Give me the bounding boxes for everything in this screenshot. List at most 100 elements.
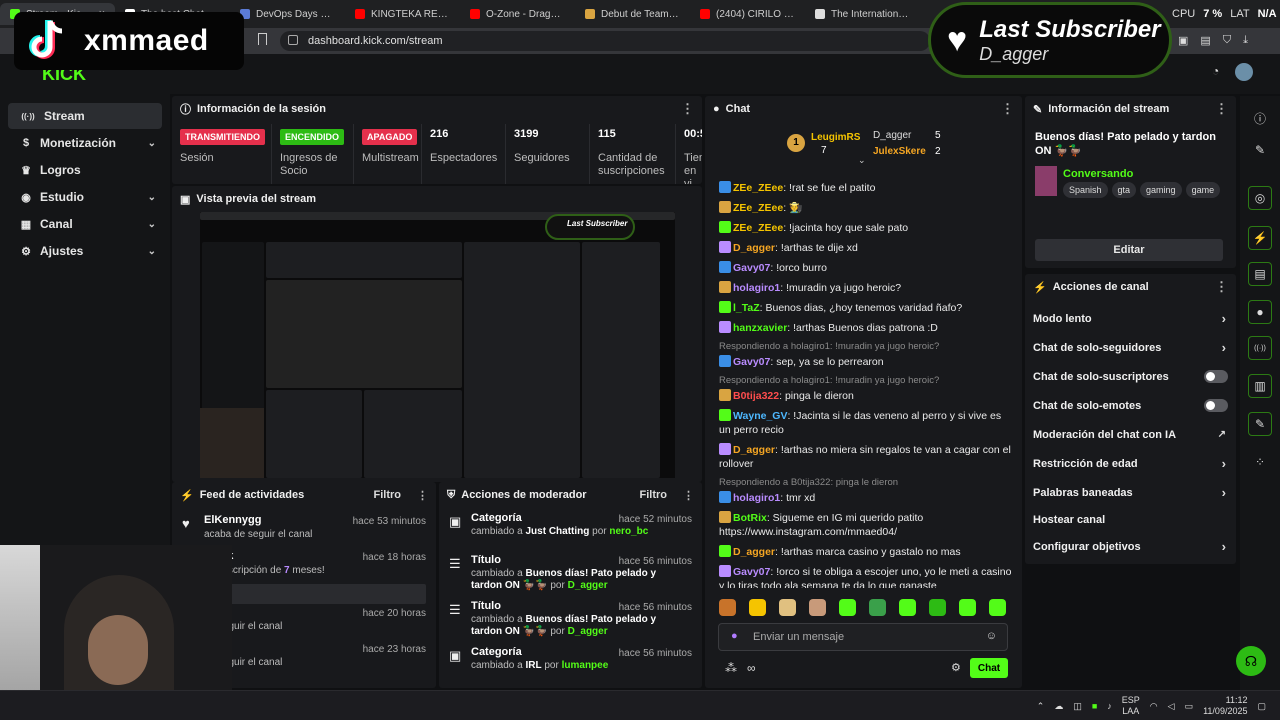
edit-button[interactable]: Editar <box>1035 239 1223 261</box>
mic-icon[interactable]: ♪ <box>1107 701 1112 711</box>
emote-icon[interactable] <box>929 599 946 616</box>
category-label[interactable]: Conversando <box>1063 168 1133 180</box>
more-icon[interactable]: ⋮ <box>683 489 694 502</box>
toggle-switch[interactable] <box>1204 370 1228 383</box>
channel-action-item[interactable]: Modo lento › <box>1025 304 1236 333</box>
chat-message[interactable]: B0tija322: pinga le dieron <box>719 386 1015 406</box>
channel-action-item[interactable]: Chat de solo-emotes <box>1025 391 1236 420</box>
chat-message[interactable]: D_agger: !arthas no miera sin regalos te… <box>719 440 1015 474</box>
download-icon[interactable]: ⤓ <box>1243 34 1248 47</box>
language-indicator[interactable]: ESP LAA <box>1122 695 1140 717</box>
emote-icon[interactable] <box>809 599 826 616</box>
chat-message[interactable]: l_TaZ: Buenos dias, ¿hoy tenemos varidad… <box>719 298 1015 318</box>
sidebar-item-canal[interactable]: ▦ Canal ⌄ <box>8 211 162 237</box>
broadcast-icon[interactable]: ((·)) <box>1248 336 1272 360</box>
shield-icon[interactable]: ⛉ <box>1223 34 1231 47</box>
green-app-icon[interactable]: ■ <box>1092 701 1097 711</box>
channel-action-item[interactable]: Hostear canal <box>1025 507 1236 532</box>
browser-tab[interactable]: (2404) CIRILO ES GAN <box>690 3 805 25</box>
stream-tag[interactable]: game <box>1185 182 1221 198</box>
dots-icon[interactable]: ⁘ <box>1248 450 1272 474</box>
network-icon[interactable]: ◫ <box>1073 701 1082 712</box>
sidebar-item-logros[interactable]: ♛ Logros <box>8 157 162 183</box>
more-icon[interactable]: ⋮ <box>1215 101 1228 117</box>
channel-action-item[interactable]: Chat de solo-seguidores › <box>1025 333 1236 362</box>
server-icon[interactable]: ▥ <box>1248 374 1272 398</box>
chat-username[interactable]: Gavy07 <box>733 356 770 368</box>
mod-action-item[interactable]: ▣ Categoría cambiado a Just Chatting por n… <box>439 512 702 554</box>
chat-username[interactable]: Gavy07 <box>733 566 770 578</box>
url-field[interactable]: dashboard.kick.com/stream <box>280 31 930 51</box>
toggle-switch[interactable] <box>1204 399 1228 412</box>
battery-icon[interactable]: ▭ <box>1185 701 1194 712</box>
notifications-icon[interactable]: ▢ <box>1257 701 1266 712</box>
chat-username[interactable]: Wayne_GV <box>733 410 787 422</box>
support-icon[interactable]: ☊ <box>1236 646 1266 676</box>
chevron-up-icon[interactable]: ⌃ <box>1037 701 1045 712</box>
chevron-down-icon[interactable]: ⌄ <box>858 155 866 166</box>
stream-tag[interactable]: gaming <box>1140 182 1182 198</box>
chat-username[interactable]: holagiro1 <box>733 282 780 294</box>
document-icon[interactable]: ▤ <box>1248 262 1272 286</box>
chat-message[interactable]: ZEe_ZEee: 🧑‍🌾 <box>719 198 1015 218</box>
channel-action-item[interactable]: Restricción de edad › <box>1025 449 1236 478</box>
mod-action-item[interactable]: ▣ Categoría cambiado a IRL por lumanpee hac… <box>439 646 702 688</box>
sidepanel-icon[interactable]: ▣ <box>1178 34 1188 47</box>
avatar[interactable] <box>1235 63 1253 81</box>
emote-icon[interactable] <box>989 599 1006 616</box>
chat-username[interactable]: ZEe_ZEee <box>733 182 783 194</box>
chat-username[interactable]: ZEe_ZEee <box>733 202 783 214</box>
chat-username[interactable]: BotRix <box>733 512 767 524</box>
chat-input[interactable]: ● Enviar un mensaje ☺ <box>718 623 1008 651</box>
browser-tab[interactable]: DevOps Days Lima <box>230 3 345 25</box>
chat-bubble-icon[interactable]: ● <box>1248 300 1272 324</box>
info-icon[interactable]: ⓘ <box>1248 106 1272 130</box>
wifi-icon[interactable]: ◠ <box>1150 701 1158 712</box>
screenshot-icon[interactable]: ▤ <box>1200 34 1210 47</box>
edit-icon[interactable]: ✎ <box>1248 138 1272 162</box>
emoji-icon[interactable]: ☺ <box>986 630 997 642</box>
browser-tab[interactable]: KINGTEKA RELINCHA <box>345 3 460 25</box>
chat-username[interactable]: D_agger <box>733 546 775 558</box>
mod-action-item[interactable]: ☰ Título cambiado a Buenos días! Pato pela… <box>439 600 702 646</box>
chat-message[interactable]: holagiro1: tmr xd <box>719 488 1015 508</box>
stream-preview[interactable]: Last Subscriber <box>200 212 675 478</box>
chat-message[interactable]: Wayne_GV: !Jacinta si le das veneno al p… <box>719 406 1015 440</box>
sidebar-item-stream[interactable]: ((·)) Stream <box>8 103 162 129</box>
channel-action-item[interactable]: Palabras baneadas › <box>1025 478 1236 507</box>
chat-username[interactable]: ZEe_ZEee <box>733 222 783 234</box>
feed-filter-button[interactable]: Filtro <box>374 489 402 501</box>
chat-message[interactable]: ZEe_ZEee: !jacinta hoy que sale pato <box>719 218 1015 238</box>
more-icon[interactable]: ⋮ <box>417 489 428 502</box>
top-gifter-3[interactable]: JulexSkere <box>873 146 926 157</box>
mic-icon[interactable]: ● <box>731 630 738 642</box>
top-gifter-1[interactable]: LeugimRS <box>811 132 860 143</box>
chat-username[interactable]: Gavy07 <box>733 262 770 274</box>
chat-username[interactable]: holagiro1 <box>733 492 780 504</box>
emote-icon[interactable] <box>749 599 766 616</box>
chat-message[interactable]: D_agger: !arthas te dije xd <box>719 238 1015 258</box>
stream-tag[interactable]: gta <box>1111 182 1137 198</box>
chat-username[interactable]: B0tija322 <box>733 390 779 402</box>
chat-message[interactable]: Gavy07: sep, ya se lo perrearon <box>719 352 1015 372</box>
browser-tab[interactable]: O-Zone - Dragostea D <box>460 3 575 25</box>
mod-filter-button[interactable]: Filtro <box>640 489 668 501</box>
emote-icon[interactable] <box>839 599 856 616</box>
mod-action-item[interactable]: ☰ Título cambiado a Buenos días! Pato pela… <box>439 554 702 600</box>
target-icon[interactable]: ◎ <box>1248 186 1272 210</box>
sidebar-item-monetización[interactable]: $ Monetización ⌄ <box>8 130 162 156</box>
chat-message[interactable]: Gavy07: !orco si te obliga a escojer uno… <box>719 562 1015 588</box>
chat-message[interactable]: BotRix: Sigueme en IG mi querido patito … <box>719 508 1015 542</box>
chat-username[interactable]: l_TaZ <box>733 302 760 314</box>
site-info-icon[interactable] <box>288 35 298 45</box>
emote-icon[interactable] <box>869 599 886 616</box>
emote-icon[interactable] <box>719 599 736 616</box>
browser-tab[interactable]: Debut de Team PAR <box>575 3 690 25</box>
sidebar-item-ajustes[interactable]: ⚙ Ajustes ⌄ <box>8 238 162 264</box>
notification-icon[interactable]: ◔ <box>1212 64 1219 78</box>
bookmark-icon[interactable] <box>258 33 267 45</box>
more-icon[interactable]: ⋮ <box>1001 101 1014 117</box>
channel-action-item[interactable]: Moderación del chat con IA ↗ <box>1025 420 1236 449</box>
infinity-icon[interactable]: ∞ <box>747 661 756 675</box>
emote-icon[interactable] <box>779 599 796 616</box>
